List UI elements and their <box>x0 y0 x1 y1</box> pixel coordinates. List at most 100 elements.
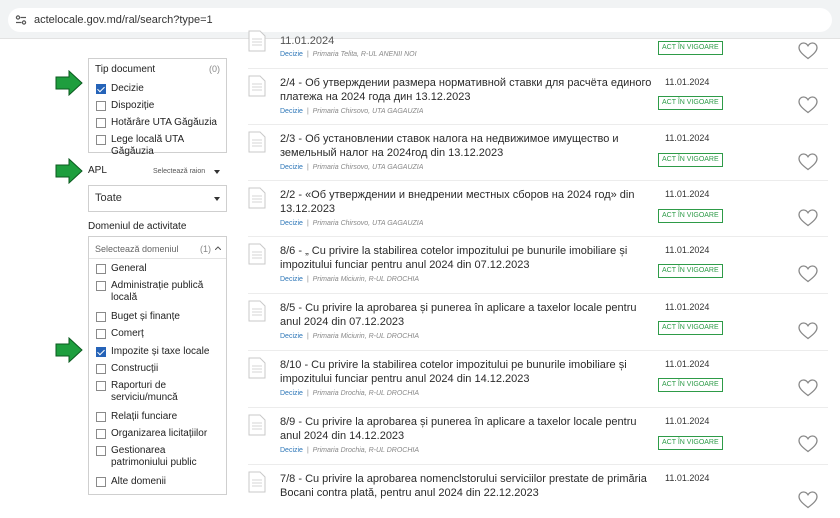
document-icon <box>248 471 266 493</box>
status-badge: ACT ÎN VIGOARE <box>658 209 723 223</box>
result-title[interactable]: 8/5 - Cu privire la aprobarea și punerea… <box>280 301 655 329</box>
option-label[interactable]: Relații funciare <box>111 411 177 423</box>
heart-icon[interactable] <box>798 153 818 171</box>
checkbox-comert[interactable] <box>96 329 106 339</box>
divider <box>89 258 226 259</box>
url-text[interactable]: actelocale.gov.md/ral/search?type=1 <box>34 14 213 26</box>
heart-icon[interactable] <box>798 322 818 340</box>
checkbox-impozite[interactable] <box>96 347 106 357</box>
doc-source: Primaria Chirsovo, UTA GAGAUZIA <box>312 164 424 171</box>
document-icon <box>248 300 266 322</box>
result-title[interactable]: 7/8 - Cu privire la aprobarea nomenclsto… <box>280 472 655 500</box>
result-date: 11.01.2024 <box>665 416 710 426</box>
doc-type[interactable]: Decizie <box>280 108 303 115</box>
heart-icon[interactable] <box>798 265 818 283</box>
list-item[interactable]: 8/6 - „ Cu privire la stabilirea cotelor… <box>248 240 828 290</box>
doc-type[interactable]: Decizie <box>280 51 303 58</box>
status-badge: ACT ÎN VIGOARE <box>658 41 723 55</box>
result-meta: Decizie | Primaria Chirsovo, UTA GAGAUZI… <box>280 108 424 115</box>
green-arrow-icon <box>55 158 83 184</box>
option-label[interactable]: Comerț <box>111 328 144 340</box>
checkbox-relatii[interactable] <box>96 412 106 422</box>
select-domeniu-label[interactable]: Selectează domeniul <box>95 244 179 254</box>
option-label[interactable]: Construcții <box>111 363 158 375</box>
site-settings-icon[interactable] <box>12 11 30 29</box>
heart-icon[interactable] <box>798 379 818 397</box>
divider <box>248 407 828 408</box>
select-raion-link[interactable]: Selectează raion <box>153 168 205 175</box>
chevron-up-icon[interactable] <box>215 246 221 250</box>
doc-source: Primaria Chirsovo, UTA GAGAUZIA <box>312 108 424 115</box>
option-label[interactable]: Raporturi de serviciu/muncă <box>111 380 193 404</box>
result-title[interactable]: 8/9 - Cu privire la aprobarea și punerea… <box>280 415 655 443</box>
list-item[interactable]: 7/8 - Cu privire la aprobarea nomenclsto… <box>248 468 828 518</box>
option-label[interactable]: Impozite și taxe locale <box>111 346 209 358</box>
checkbox-constructii[interactable] <box>96 364 106 374</box>
checkbox-dispozitie[interactable] <box>96 101 106 111</box>
doc-source: Primaria Drochia, R-UL DROCHIA <box>312 390 420 397</box>
option-label[interactable]: Administrație publică locală <box>111 280 219 304</box>
doc-type[interactable]: Decizie <box>280 164 303 171</box>
apl-label: APL <box>88 165 107 176</box>
result-title[interactable]: 2/4 - Об утверждении размера нормативной… <box>280 76 655 104</box>
result-date: 11.01.2024 <box>665 359 710 369</box>
option-label[interactable]: Decizie <box>111 83 144 95</box>
checkbox-buget[interactable] <box>96 312 106 322</box>
option-label[interactable]: Gestionarea patrimoniului public <box>111 445 211 469</box>
doc-source: Primaria Chirsovo, UTA GAGAUZIA <box>312 220 424 227</box>
doc-type[interactable]: Decizie <box>280 333 303 340</box>
result-title[interactable]: 2/3 - Об установлении ставок налога на н… <box>280 132 655 160</box>
address-bar[interactable]: actelocale.gov.md/ral/search?type=1 <box>8 8 832 32</box>
checkbox-hotarare[interactable] <box>96 118 106 128</box>
result-date: 11.01.2024 <box>665 302 710 312</box>
heart-icon[interactable] <box>798 42 818 60</box>
option-label[interactable]: Dispoziție <box>111 100 154 112</box>
doc-source: Primaria Miciurin, R-UL DROCHIA <box>312 276 420 283</box>
doc-type[interactable]: Decizie <box>280 220 303 227</box>
heart-icon[interactable] <box>798 209 818 227</box>
heart-icon[interactable] <box>798 491 818 509</box>
doc-type[interactable]: Decizie <box>280 447 303 454</box>
list-item[interactable]: 8/10 - Cu privire la stabilirea cotelor … <box>248 354 828 404</box>
result-date: 11.01.2024 <box>665 245 710 255</box>
checkbox-general[interactable] <box>96 264 106 274</box>
list-item[interactable]: 8/9 - Cu privire la aprobarea și punerea… <box>248 411 828 461</box>
checkbox-alte-domenii[interactable] <box>96 477 106 487</box>
apl-select[interactable]: Toate <box>88 185 227 212</box>
result-title[interactable]: 8/6 - „ Cu privire la stabilirea cotelor… <box>280 244 655 272</box>
heart-icon[interactable] <box>798 435 818 453</box>
list-item[interactable]: 11.01.2024 Decizie | Primaria Telita, R-… <box>248 30 828 68</box>
doc-source: Primaria Drochia, R-UL DROCHIA <box>312 447 420 454</box>
option-label[interactable]: Organizarea licitațiilor <box>111 428 207 440</box>
document-icon <box>248 30 266 52</box>
result-meta: Decizie | Primaria Telita, R-UL ANENII N… <box>280 51 417 58</box>
list-item[interactable]: 2/2 - «Об утверждении и внедрении местны… <box>248 184 828 234</box>
checkbox-gestionarea[interactable] <box>96 446 106 456</box>
option-label[interactable]: Hotărâre UTA Găgăuzia <box>111 117 217 129</box>
option-label[interactable]: General <box>111 263 147 275</box>
status-badge: ACT ÎN VIGOARE <box>658 96 723 110</box>
green-arrow-icon <box>55 337 83 363</box>
result-title[interactable]: 8/10 - Cu privire la stabilirea cotelor … <box>280 358 655 386</box>
status-badge: ACT ÎN VIGOARE <box>658 264 723 278</box>
result-title[interactable]: 11.01.2024 <box>280 34 655 48</box>
heart-icon[interactable] <box>798 96 818 114</box>
checkbox-raporturi[interactable] <box>96 381 106 391</box>
result-meta: Decizie | Primaria Miciurin, R-UL DROCHI… <box>280 276 420 283</box>
checkbox-decizie[interactable] <box>96 84 106 94</box>
option-label[interactable]: Alte domenii <box>111 476 166 488</box>
list-item[interactable]: 2/4 - Об утверждении размера нормативной… <box>248 72 828 122</box>
doc-type[interactable]: Decizie <box>280 390 303 397</box>
option-label[interactable]: Lege locală UTA Găgăuzia <box>111 134 226 158</box>
divider <box>248 464 828 465</box>
result-title[interactable]: 2/2 - «Об утверждении и внедрении местны… <box>280 188 655 216</box>
option-label[interactable]: Buget și finanțe <box>111 311 180 323</box>
checkbox-licitatii[interactable] <box>96 429 106 439</box>
list-item[interactable]: 8/5 - Cu privire la aprobarea și punerea… <box>248 297 828 347</box>
doc-type[interactable]: Decizie <box>280 276 303 283</box>
document-icon <box>248 187 266 209</box>
apl-select-value: Toate <box>95 192 122 204</box>
checkbox-lege-locala[interactable] <box>96 135 106 145</box>
checkbox-administratie[interactable] <box>96 281 106 291</box>
list-item[interactable]: 2/3 - Об установлении ставок налога на н… <box>248 128 828 178</box>
